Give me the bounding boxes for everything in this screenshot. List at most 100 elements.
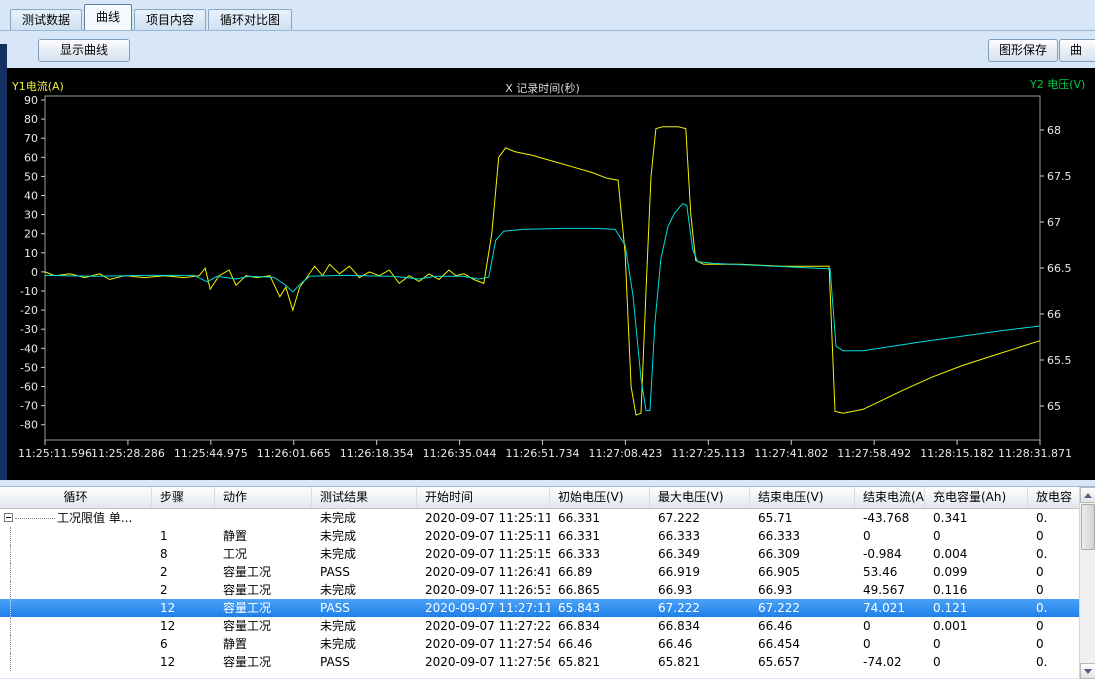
cell: 66.349 bbox=[650, 545, 750, 563]
svg-text:10: 10 bbox=[24, 247, 38, 260]
cell: 65.821 bbox=[550, 653, 650, 671]
scroll-up-button[interactable] bbox=[1080, 487, 1095, 503]
cell: 0.116 bbox=[925, 581, 1028, 599]
table-row[interactable]: 12容量工况PASS2020-09-07 11:27:5665.82165.82… bbox=[0, 653, 1095, 671]
scrollbar-thumb[interactable] bbox=[1081, 504, 1095, 550]
scroll-down-button[interactable] bbox=[1080, 663, 1095, 679]
cell: 0.121 bbox=[925, 599, 1028, 617]
cell: 12 bbox=[152, 599, 215, 617]
cell: 0.001 bbox=[925, 617, 1028, 635]
svg-text:60: 60 bbox=[24, 151, 38, 164]
tree-collapse-icon[interactable] bbox=[4, 513, 13, 522]
table-row[interactable]: 工况限值 单...未完成2020-09-07 11:25:1166.33167.… bbox=[0, 509, 1095, 527]
tab-bar: 测试数据 曲线 项目内容 循环对比图 bbox=[0, 0, 1095, 31]
column-header[interactable]: 初始电压(V) bbox=[550, 487, 650, 508]
show-curve-button[interactable]: 显示曲线 bbox=[38, 39, 130, 62]
column-header[interactable]: 开始时间 bbox=[417, 487, 550, 508]
column-header[interactable]: 充电容量(Ah) bbox=[925, 487, 1028, 508]
partial-curve-button[interactable]: 曲 bbox=[1059, 39, 1095, 62]
cell: 2020-09-07 11:26:41 bbox=[417, 563, 550, 581]
column-header[interactable]: 放电容 bbox=[1028, 487, 1080, 508]
cell: 0. bbox=[1028, 599, 1080, 617]
cell: 0 bbox=[925, 527, 1028, 545]
cell: 74.021 bbox=[855, 599, 925, 617]
cell: 49.567 bbox=[855, 581, 925, 599]
svg-text:-40: -40 bbox=[20, 342, 38, 355]
toolbar: 显示曲线 图形保存 曲 bbox=[0, 32, 1095, 68]
column-header[interactable]: 循环 bbox=[0, 487, 152, 508]
table-row[interactable]: 2容量工况未完成2020-09-07 11:26:5366.86566.9366… bbox=[0, 581, 1095, 599]
cell: 0 bbox=[1028, 617, 1080, 635]
svg-text:-80: -80 bbox=[20, 419, 38, 432]
tab-project-content[interactable]: 项目内容 bbox=[134, 9, 206, 30]
cell: 66.331 bbox=[550, 527, 650, 545]
tree-line bbox=[15, 518, 55, 519]
cell: 66.93 bbox=[750, 581, 855, 599]
cell: 12 bbox=[152, 617, 215, 635]
cell: 66.93 bbox=[650, 581, 750, 599]
vertical-scrollbar[interactable] bbox=[1079, 487, 1095, 679]
tab-test-data[interactable]: 测试数据 bbox=[10, 9, 82, 30]
svg-text:70: 70 bbox=[24, 132, 38, 145]
cell: 0 bbox=[925, 635, 1028, 653]
table-row[interactable]: 6静置未完成2020-09-07 11:27:5466.4666.4666.45… bbox=[0, 635, 1095, 653]
svg-text:-60: -60 bbox=[20, 381, 38, 394]
cell: 0.099 bbox=[925, 563, 1028, 581]
column-header[interactable]: 测试结果 bbox=[312, 487, 417, 508]
cell bbox=[215, 509, 312, 527]
svg-text:65.5: 65.5 bbox=[1047, 354, 1072, 367]
cell: 2020-09-07 11:27:22 bbox=[417, 617, 550, 635]
svg-text:65: 65 bbox=[1047, 400, 1061, 413]
cell: 66.834 bbox=[650, 617, 750, 635]
arrow-down-icon bbox=[1084, 669, 1092, 674]
svg-text:-30: -30 bbox=[20, 323, 38, 336]
cell: 67.222 bbox=[650, 599, 750, 617]
svg-text:40: 40 bbox=[24, 190, 38, 203]
cell bbox=[0, 527, 152, 545]
save-graph-button[interactable]: 图形保存 bbox=[988, 39, 1058, 62]
cell: 未完成 bbox=[312, 545, 417, 563]
cell: PASS bbox=[312, 563, 417, 581]
cell: -0.984 bbox=[855, 545, 925, 563]
cell: 0. bbox=[1028, 545, 1080, 563]
svg-text:11:27:25.113: 11:27:25.113 bbox=[671, 447, 745, 460]
svg-text:90: 90 bbox=[24, 94, 38, 107]
svg-text:11:26:35.044: 11:26:35.044 bbox=[423, 447, 497, 460]
cell: 未完成 bbox=[312, 527, 417, 545]
cell: 工况限值 单... bbox=[0, 509, 152, 527]
table-rows: 工况限值 单...未完成2020-09-07 11:25:1166.33167.… bbox=[0, 509, 1095, 671]
tab-curve[interactable]: 曲线 bbox=[84, 4, 132, 30]
cell: 未完成 bbox=[312, 509, 417, 527]
svg-text:-70: -70 bbox=[20, 400, 38, 413]
cell: PASS bbox=[312, 599, 417, 617]
cell: 容量工况 bbox=[215, 617, 312, 635]
table-row[interactable]: 1静置未完成2020-09-07 11:25:1166.33166.33366.… bbox=[0, 527, 1095, 545]
svg-text:11:26:51.734: 11:26:51.734 bbox=[506, 447, 580, 460]
cell: 2020-09-07 11:27:54 bbox=[417, 635, 550, 653]
cell bbox=[0, 617, 152, 635]
column-header[interactable]: 动作 bbox=[215, 487, 312, 508]
cell: 未完成 bbox=[312, 635, 417, 653]
svg-text:11:27:41.802: 11:27:41.802 bbox=[754, 447, 828, 460]
table-row[interactable]: 8工况未完成2020-09-07 11:25:1566.33366.34966.… bbox=[0, 545, 1095, 563]
table-row[interactable]: 2容量工况PASS2020-09-07 11:26:4166.8966.9196… bbox=[0, 563, 1095, 581]
cell: 0 bbox=[855, 527, 925, 545]
svg-text:80: 80 bbox=[24, 113, 38, 126]
panel-edge-strip bbox=[0, 44, 7, 480]
cell: 1 bbox=[152, 527, 215, 545]
column-header[interactable]: 结束电流(A) bbox=[855, 487, 925, 508]
table-row[interactable]: 12容量工况PASS2020-09-07 11:27:1165.84367.22… bbox=[0, 599, 1095, 617]
cell: 67.222 bbox=[750, 599, 855, 617]
column-header[interactable]: 步骤 bbox=[152, 487, 215, 508]
table-row[interactable]: 12容量工况未完成2020-09-07 11:27:2266.83466.834… bbox=[0, 617, 1095, 635]
cell: 0 bbox=[855, 617, 925, 635]
svg-text:11:25:44.975: 11:25:44.975 bbox=[174, 447, 248, 460]
cell: 66.865 bbox=[550, 581, 650, 599]
column-header[interactable]: 结束电压(V) bbox=[750, 487, 855, 508]
svg-text:68: 68 bbox=[1047, 124, 1061, 137]
column-header[interactable]: 最大电压(V) bbox=[650, 487, 750, 508]
cell: 2020-09-07 11:25:15 bbox=[417, 545, 550, 563]
curve-chart[interactable]: 9080706050403020100-10-20-30-40-50-60-70… bbox=[0, 68, 1095, 480]
arrow-up-icon bbox=[1084, 493, 1092, 498]
tab-cycle-compare[interactable]: 循环对比图 bbox=[208, 9, 292, 30]
